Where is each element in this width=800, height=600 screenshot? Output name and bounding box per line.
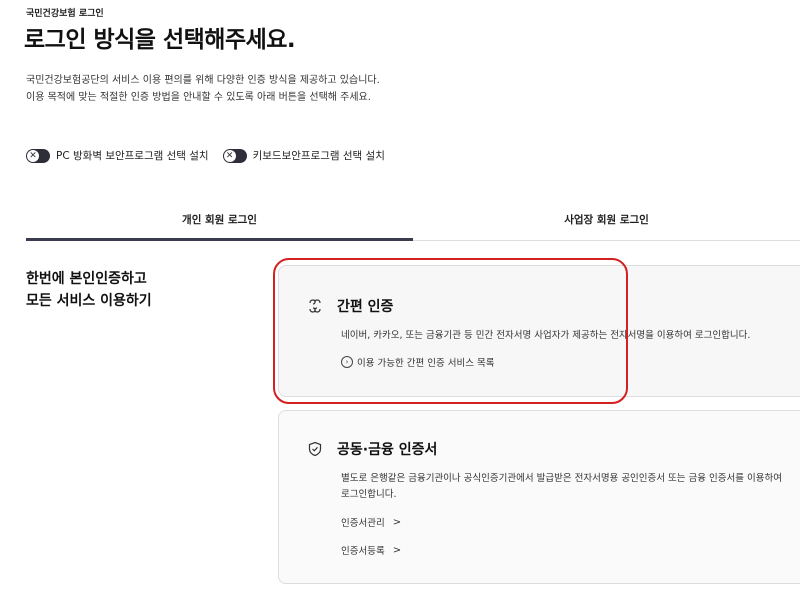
section-title-line: 한번에 본인인증하고 [26, 271, 147, 287]
firewall-install-toggle[interactable]: ✕ PC 방화벽 보안프로그램 선택 설치 [26, 148, 209, 163]
description-line: 이용 목적에 맞는 적절한 인증 방법을 안내할 수 있도록 아래 버튼을 선택… [26, 92, 371, 103]
simple-auth-service-list-link[interactable]: › 이용 가능한 간편 인증 서비스 목록 [341, 355, 494, 369]
section-title: 한번에 본인인증하고 모든 서비스 이용하기 [26, 268, 152, 312]
chevron-right-circle-icon: › [341, 356, 353, 368]
x-icon: ✕ [27, 149, 39, 162]
certificate-auth-card[interactable]: 공동·금융 인증서 별도로 은행같은 금융기관이나 공식인증기관에서 발급받은 … [278, 410, 800, 584]
link-label: 인증서등록 [341, 546, 385, 557]
tab-personal-login[interactable]: 개인 회원 로그인 [26, 200, 413, 241]
tab-business-login[interactable]: 사업장 회원 로그인 [413, 200, 800, 240]
description-line: 국민건강보험공단의 서비스 이용 편의를 위해 다양한 인증 방식을 제공하고 … [26, 75, 380, 86]
link-label: 인증서관리 [341, 518, 385, 529]
section-title-line: 모든 서비스 이용하기 [26, 293, 152, 309]
toggle-switch[interactable]: ✕ [222, 148, 247, 163]
page-title: 로그인 방식을 선택해주세요. [24, 27, 296, 53]
keyboard-security-install-toggle[interactable]: ✕ 키보드보안프로그램 선택 설치 [222, 148, 385, 163]
certificate-manage-link[interactable]: 인증서관리 > [341, 515, 402, 530]
card-description: 별도로 은행같은 금융기관이나 공식인증기관에서 발급받은 전자서명용 공인인증… [341, 473, 782, 500]
login-type-tabs: 개인 회원 로그인 사업장 회원 로그인 [26, 200, 800, 241]
card-header: 간편 인증 [307, 296, 393, 316]
toggle-label: PC 방화벽 보안프로그램 선택 설치 [56, 150, 209, 162]
card-title: 공동·금융 인증서 [337, 442, 438, 458]
chevron-right-icon: > [392, 516, 402, 528]
link-icon [309, 299, 321, 313]
chevron-right-icon: > [392, 544, 402, 556]
toggle-switch[interactable]: ✕ [26, 148, 50, 163]
certificate-register-link[interactable]: 인증서등록 > [341, 543, 402, 558]
page-description: 국민건강보험공단의 서비스 이용 편의를 위해 다양한 인증 방식을 제공하고 … [26, 72, 380, 106]
card-title: 간편 인증 [337, 299, 394, 315]
toggle-label: 키보드보안프로그램 선택 설치 [252, 150, 385, 162]
breadcrumb: 국민건강보험 로그인 [26, 9, 104, 19]
shield-check-icon [308, 441, 322, 457]
link-label: 이용 가능한 간편 인증 서비스 목록 [357, 358, 495, 369]
card-header: 공동·금융 인증서 [307, 439, 437, 459]
x-icon: ✕ [223, 149, 236, 162]
security-toggles: ✕ PC 방화벽 보안프로그램 선택 설치 ✕ 키보드보안프로그램 선택 설치 [26, 148, 399, 163]
simple-auth-card[interactable]: 간편 인증 네이버, 카카오, 또는 금융기관 등 민간 전자서명 사업자가 제… [278, 265, 800, 397]
card-description: 네이버, 카카오, 또는 금융기관 등 민간 전자서명 사업자가 제공하는 전자… [341, 330, 751, 341]
